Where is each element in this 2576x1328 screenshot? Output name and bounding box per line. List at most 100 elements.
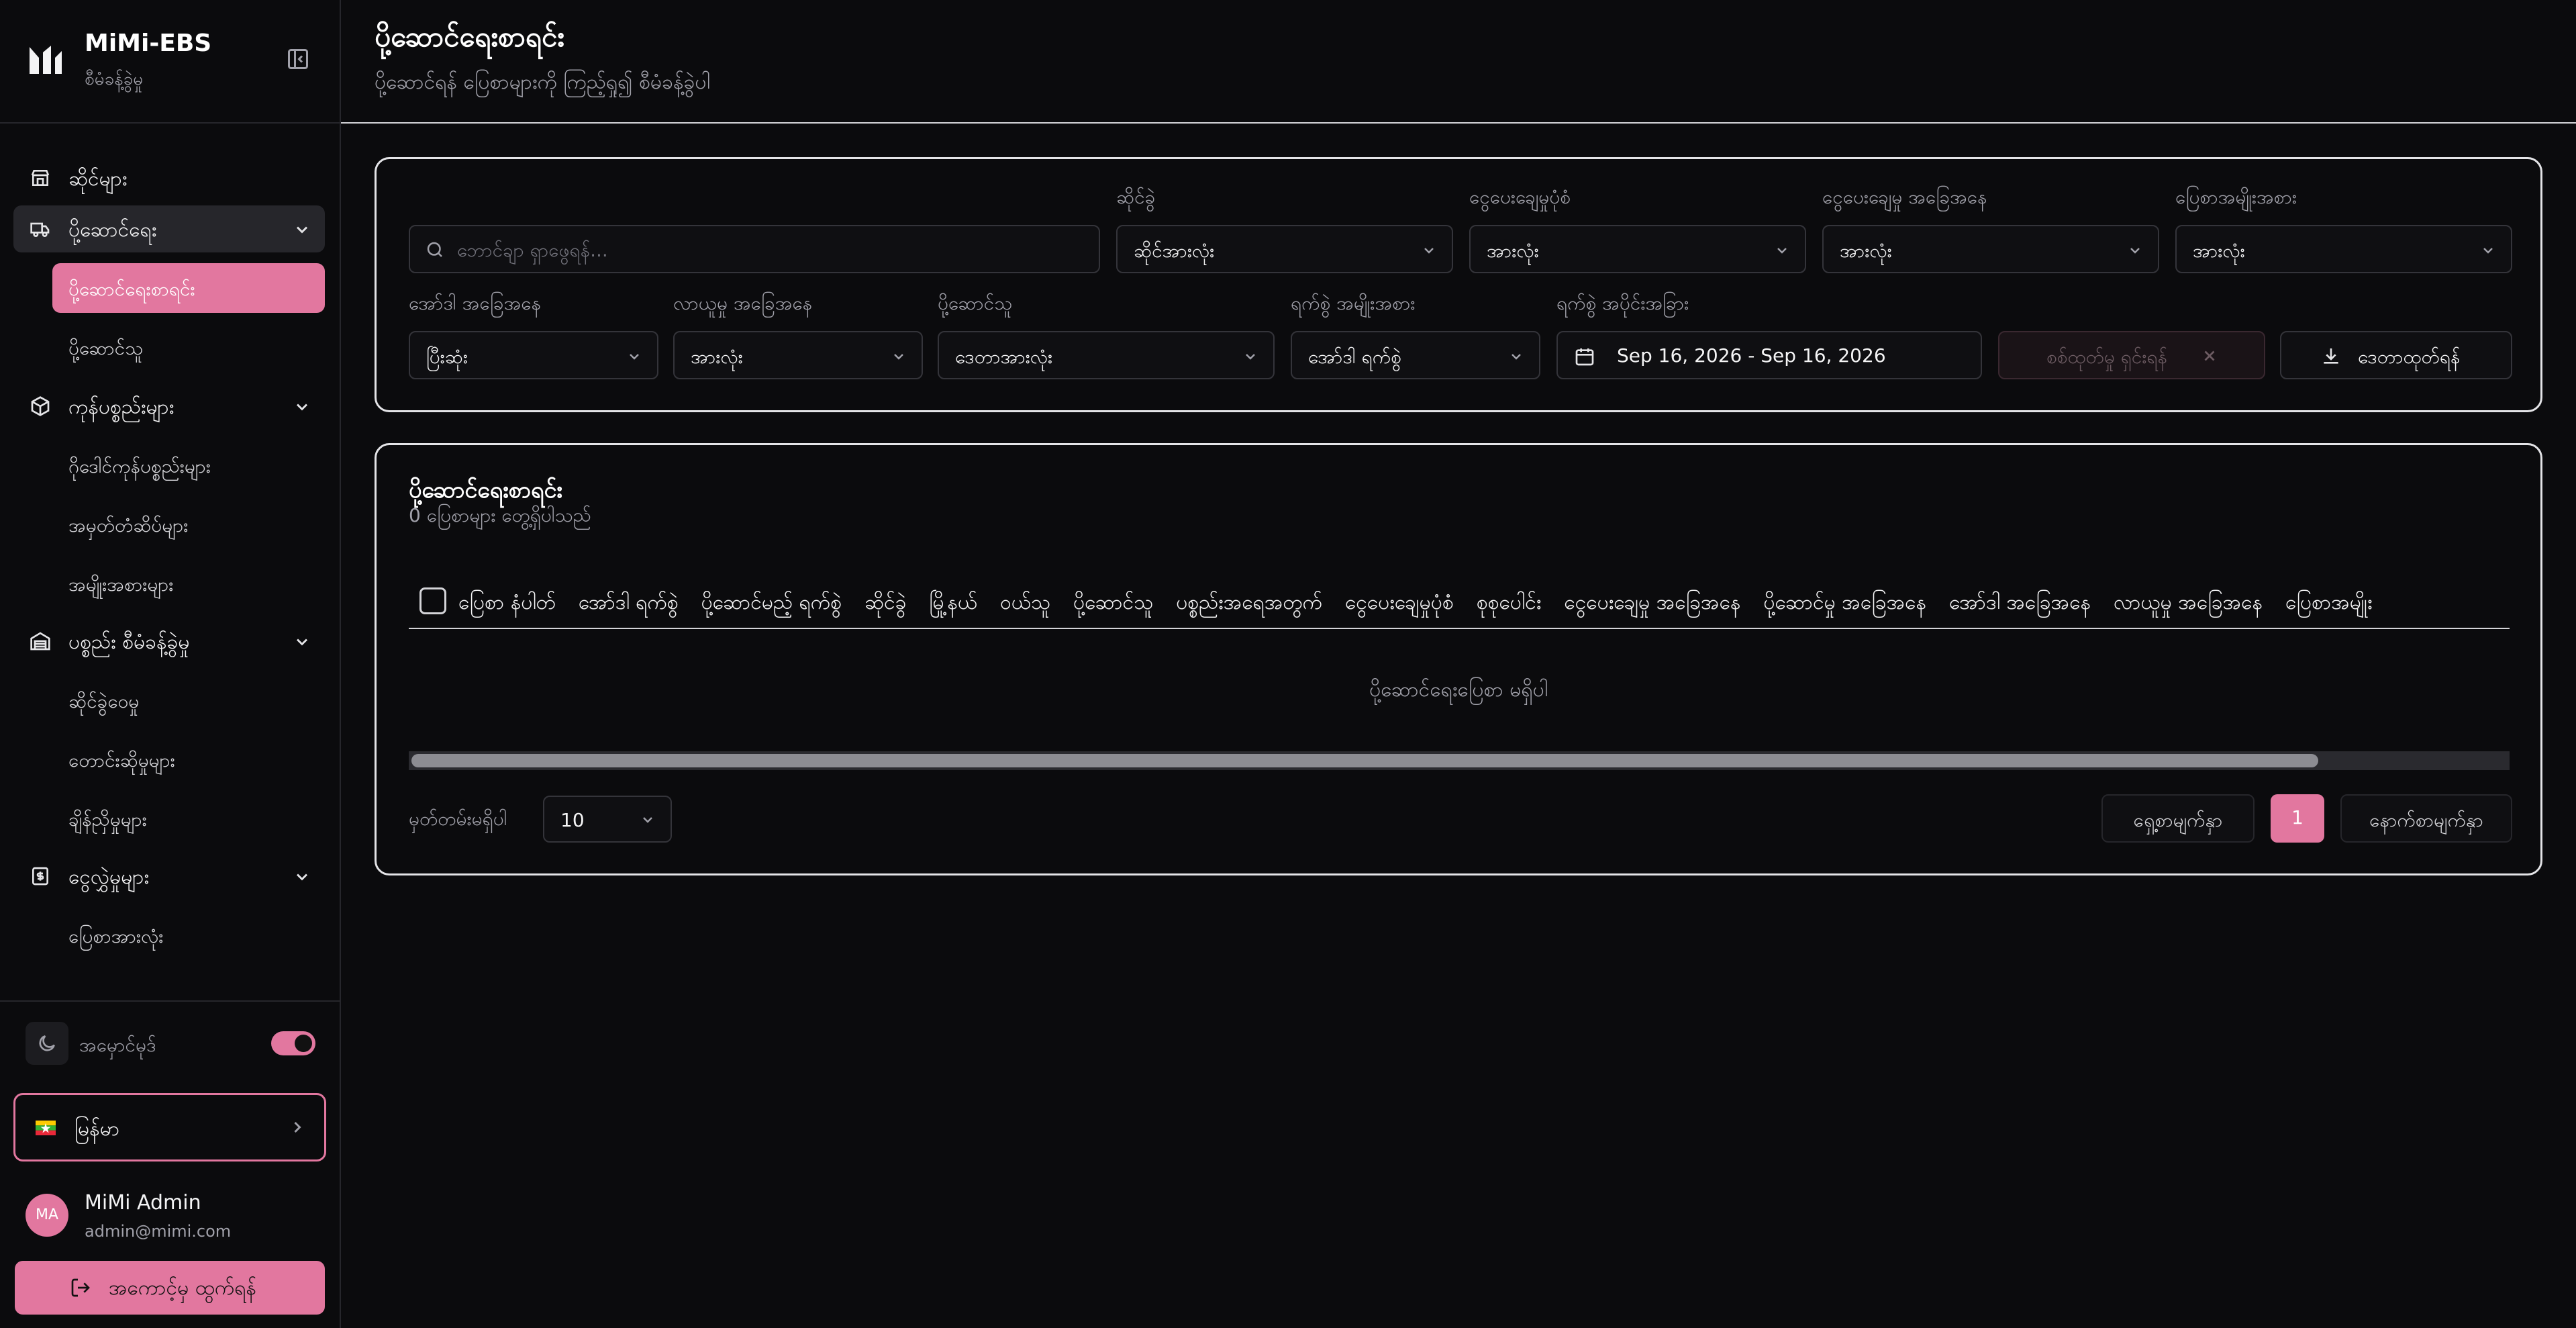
- column-header-order-status[interactable]: အော်ဒါ အခြေအနေ: [1949, 589, 2091, 619]
- deliverer-select-value: ဒေတာအားလုံး: [955, 346, 1053, 368]
- sidebar-item-label: ငွေလွှဲမှုများ: [68, 865, 150, 889]
- sidebar-item-delivery[interactable]: ပို့ဆောင်ရေး: [13, 205, 325, 252]
- column-header-total[interactable]: စုစုပေါင်း: [1477, 589, 1542, 619]
- column-header-delivery-status[interactable]: ပို့ဆောင်မှု အခြေအနေ: [1763, 589, 1926, 619]
- table-horizontal-scrollbar[interactable]: [409, 751, 2510, 770]
- order-status-select[interactable]: ပြီးဆုံး: [409, 331, 658, 379]
- sidebar-subitem-all-invoices[interactable]: ပြေစာအားလုံး: [52, 910, 325, 960]
- truck-icon: [30, 222, 50, 237]
- date-type-select[interactable]: အော်ဒါ ရက်စွဲ: [1291, 331, 1540, 379]
- date-type-select-value: အော်ဒါ ရက်စွဲ: [1308, 346, 1401, 368]
- sidebar-subitem-categories[interactable]: အမျိုးအစားများ: [52, 559, 325, 608]
- sidebar-subitem-adjustments[interactable]: ချိန်ညှိမှုများ: [52, 794, 325, 843]
- sidebar-subitem-label: ပို့ဆောင်သူ: [68, 337, 144, 359]
- column-header-item-count[interactable]: ပစ္စည်းအရေအတွက်: [1176, 589, 1322, 619]
- sidebar-item-label: ဆိုင်များ: [68, 167, 128, 191]
- chevron-right-icon: [294, 1121, 301, 1133]
- avatar: MA: [26, 1194, 68, 1237]
- search-field[interactable]: [409, 225, 1100, 273]
- moon-icon: [39, 1035, 55, 1051]
- column-header-invoice-no[interactable]: ပြေစာ နံပါတ်: [458, 589, 556, 619]
- sidebar-item-label: ပစ္စည်း စီမံခန့်ခွဲမှု: [68, 630, 190, 654]
- select-all-checkbox[interactable]: [419, 587, 446, 614]
- sidebar-subitem-label: ဂိုဒေါင်ကုန်ပစ္စည်းများ: [68, 455, 211, 477]
- sidebar-collapse-icon[interactable]: [286, 47, 310, 71]
- sidebar-item-label: ကုန်ပစ္စည်းများ: [68, 395, 175, 419]
- column-header-payment-status[interactable]: ငွေပေးချေမှု အခြေအနေ: [1564, 589, 1740, 619]
- order-status-select-value: ပြီးဆုံး: [426, 346, 468, 368]
- column-header-deliverer[interactable]: ပို့ဆောင်သူ: [1073, 589, 1153, 619]
- deliverer-select[interactable]: ဒေတာအားလုံး: [938, 331, 1275, 379]
- invoice-type-select[interactable]: အားလုံး: [2175, 225, 2512, 273]
- column-header-payment-type[interactable]: ငွေပေးချေမှုပုံစံ: [1345, 589, 1454, 619]
- sidebar-item-stores[interactable]: ဆိုင်များ: [13, 154, 325, 201]
- payment-type-select[interactable]: အားလုံး: [1469, 225, 1806, 273]
- clear-filters-label: စစ်ထုတ်မှု ရှင်းရန်: [2046, 346, 2168, 368]
- sidebar-subitem-deliverer[interactable]: ပို့ဆောင်သူ: [52, 322, 325, 372]
- date-range-filter-label: ရက်စွဲ အပိုင်းအခြား: [1556, 292, 1689, 314]
- payment-status-select-value: အားလုံး: [1840, 240, 1892, 262]
- download-icon: [2324, 348, 2338, 364]
- toggle-knob: [295, 1035, 312, 1052]
- column-header-township[interactable]: မြို့နယ်: [930, 589, 977, 619]
- chevron-down-icon: [2130, 248, 2140, 254]
- payment-status-filter-label: ငွေပေးချေမှု အခြေအနေ: [1822, 186, 1987, 208]
- table-header-cells: ပြေစာ နံပါတ် အော်ဒါ ရက်စွဲ ပို့ဆောင်မည့်…: [458, 589, 2373, 619]
- search-icon: [427, 242, 442, 257]
- package-icon: [31, 396, 50, 416]
- sidebar-subitem-branch-allocation[interactable]: ဆိုင်ခွဲဝေမှု: [52, 675, 325, 725]
- sidebar-subitem-label: ချိန်ညှိမှုများ: [68, 808, 147, 831]
- main-content: ပို့ဆောင်ရေးစာရင်း ပို့ဆောင်ရန် ပြေစာမျာ…: [341, 0, 2576, 1328]
- column-header-transfer-status[interactable]: လာယူမှု အခြေအနေ: [2114, 589, 2263, 619]
- sidebar-subitem-delivery-list[interactable]: ပို့ဆောင်ရေးစာရင်း: [52, 263, 325, 313]
- column-header-branch[interactable]: ဆိုင်ခွဲ: [864, 589, 907, 619]
- export-data-button[interactable]: ဒေတာထုတ်ရန်: [2280, 331, 2512, 379]
- sidebar-subitem-label: အမျိုးအစားများ: [68, 573, 174, 596]
- sidebar-item-inventory[interactable]: ပစ္စည်း စီမံခန့်ခွဲမှု: [13, 618, 325, 665]
- sidebar-item-products[interactable]: ကုန်ပစ္စည်းများ: [13, 383, 325, 430]
- sidebar-subitem-brands[interactable]: အမှတ်တံဆိပ်များ: [52, 500, 325, 549]
- date-type-filter-label: ရက်စွဲ အမျိုးအစား: [1291, 292, 1416, 314]
- previous-page-label: ရှေ့စာမျက်နှာ: [2133, 809, 2223, 831]
- moon-icon-wrap: [26, 1022, 68, 1065]
- dark-mode-toggle[interactable]: [271, 1031, 315, 1055]
- rows-per-page-value: 10: [560, 809, 585, 831]
- next-page-label: နောက်စာမျက်နှာ: [2369, 809, 2483, 831]
- clear-filters-button[interactable]: စစ်ထုတ်မှု ရှင်းရန်: [1998, 331, 2265, 379]
- filter-panel: ဆိုင်ခွဲ ဆိုင်အားလုံး ငွေပေးချေမှုပုံစံ …: [375, 157, 2542, 412]
- delivery-table-panel: ပို့ဆောင်ရေးစာရင်း 0 ပြေစာများ တွေ့ရှိပါ…: [375, 443, 2542, 875]
- sidebar-subitem-label: အမှတ်တံဆိပ်များ: [68, 514, 189, 536]
- current-page-number: 1: [2291, 806, 2303, 828]
- search-input[interactable]: [457, 234, 1061, 265]
- scrollbar-thumb[interactable]: [411, 754, 2318, 767]
- sidebar-subitem-warehouse-products[interactable]: ဂိုဒေါင်ကုန်ပစ္စည်းများ: [52, 440, 325, 490]
- chevron-down-icon: [296, 638, 308, 646]
- app-subtitle: စီမံခန့်ခွဲမှု: [85, 69, 144, 89]
- theme-label: အမှောင်မုဒ်: [79, 1034, 156, 1056]
- user-profile[interactable]: MA MiMi Admin admin@mimi.com: [26, 1182, 321, 1249]
- branch-select[interactable]: ဆိုင်အားလုံး: [1116, 225, 1453, 273]
- date-range-picker[interactable]: Sep 16, 2026 - Sep 16, 2026: [1556, 331, 1982, 379]
- payment-status-select[interactable]: အားလုံး: [1822, 225, 2159, 273]
- transfer-status-select[interactable]: အားလုံး: [673, 331, 923, 379]
- page-subtitle: ပို့ဆောင်ရန် ပြေစာများကို ကြည့်ရှု၍ စီမံ…: [375, 70, 710, 94]
- column-header-customer[interactable]: ဝယ်သူ: [1000, 589, 1050, 619]
- invoice-type-filter-label: ပြေစာအမျိုးအစား: [2175, 186, 2297, 208]
- page-number-current[interactable]: 1: [2271, 794, 2324, 843]
- previous-page-button[interactable]: ရှေ့စာမျက်နှာ: [2101, 794, 2255, 843]
- user-name: MiMi Admin: [85, 1191, 201, 1215]
- sidebar-item-transactions[interactable]: ငွေလွှဲမှုများ: [13, 853, 325, 900]
- chevron-down-icon: [296, 404, 308, 411]
- next-page-button[interactable]: နောက်စာမျက်နှာ: [2340, 794, 2512, 843]
- language-selector[interactable]: မြန်မာ: [13, 1093, 326, 1161]
- deliverer-filter-label: ပို့ဆောင်သူ: [938, 292, 1013, 314]
- logout-button[interactable]: အကောင့်မှ ထွက်ရန်: [15, 1261, 325, 1315]
- column-header-invoice-type[interactable]: ပြေစာအမျိုး: [2285, 589, 2373, 619]
- column-header-order-date[interactable]: အော်ဒါ ရက်စွဲ: [579, 589, 679, 619]
- sidebar-subitem-requests[interactable]: တောင်းဆိုမှုများ: [52, 734, 325, 784]
- rows-per-page-select[interactable]: 10: [543, 796, 672, 843]
- warehouse-icon: [30, 632, 50, 651]
- column-header-delivery-date[interactable]: ပို့ဆောင်မည့် ရက်စွဲ: [701, 589, 842, 619]
- logout-label: အကောင့်မှ ထွက်ရန်: [109, 1276, 256, 1300]
- chevron-down-icon: [1424, 248, 1434, 254]
